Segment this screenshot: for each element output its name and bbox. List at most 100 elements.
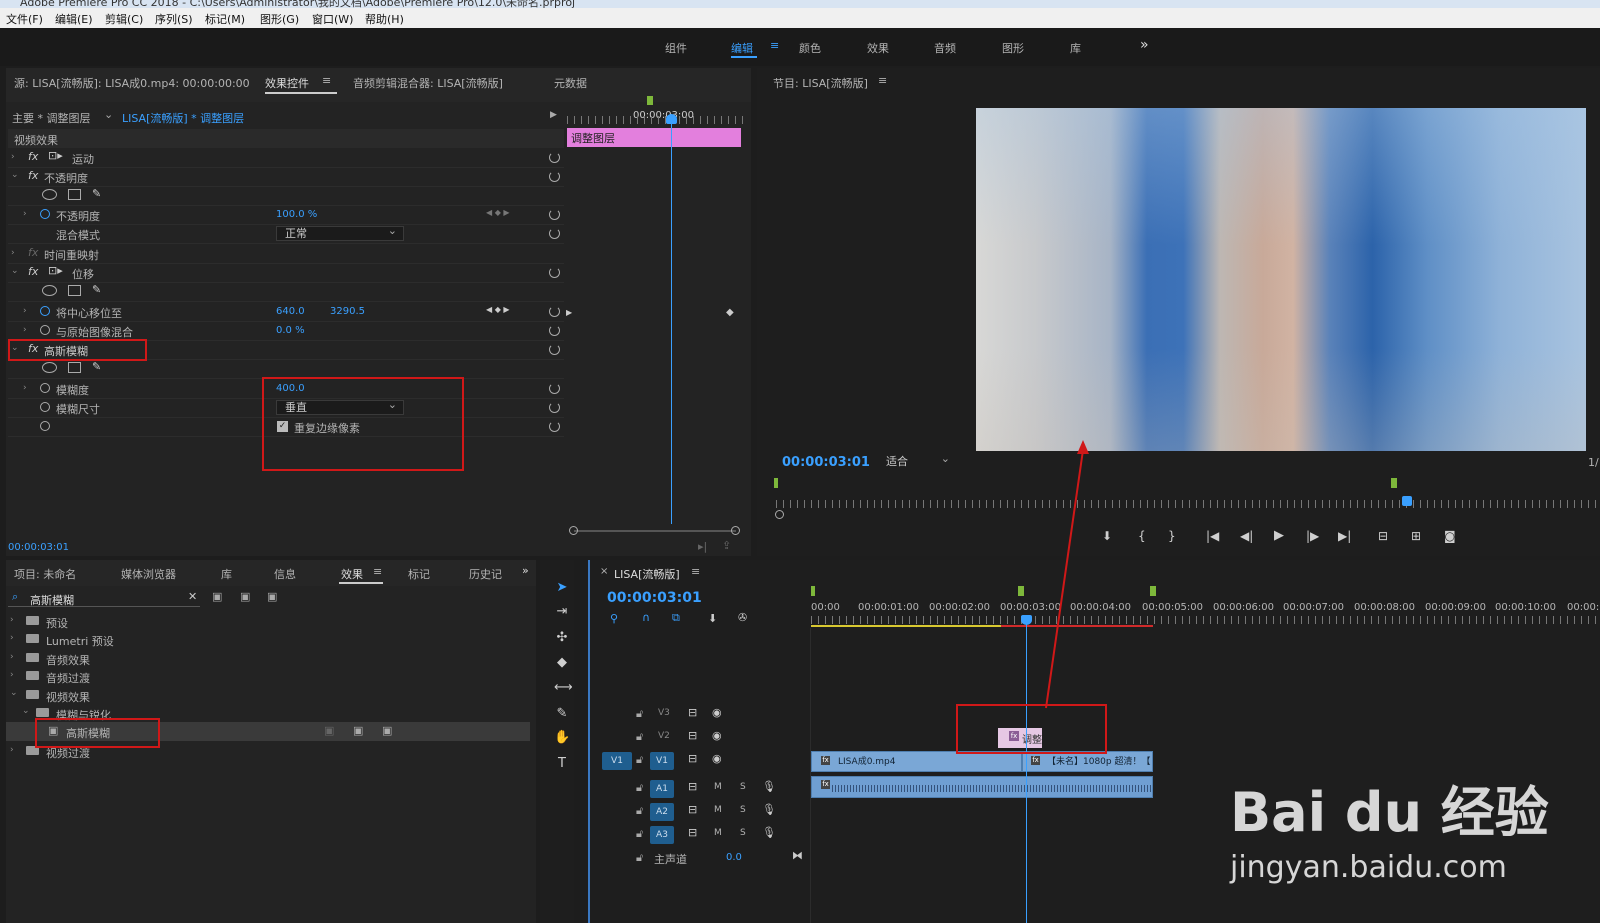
program-ruler-ticks[interactable] xyxy=(776,500,1596,508)
sync-lock-icon[interactable]: ⊟ xyxy=(688,780,697,793)
adjustment-clip-bar[interactable]: 调整图层 xyxy=(567,128,741,147)
reset-icon[interactable] xyxy=(549,325,560,336)
rectangle-mask-icon[interactable] xyxy=(68,189,81,200)
clip-audio-1[interactable]: fx xyxy=(811,776,1153,798)
workspace-audio[interactable]: 音频 xyxy=(934,40,956,56)
go-to-out-icon[interactable]: ▶| xyxy=(1338,529,1351,543)
reset-icon[interactable] xyxy=(549,344,560,355)
stopwatch-icon[interactable] xyxy=(40,383,50,393)
opacity-value[interactable]: 100.0 % xyxy=(276,209,317,220)
wrench-icon[interactable]: ✇ xyxy=(738,611,747,624)
resolution-label[interactable]: 1/ xyxy=(1588,456,1599,469)
center-y-value[interactable]: 3290.5 xyxy=(330,306,365,317)
step-back-icon[interactable]: ◀| xyxy=(1240,529,1253,543)
menu-help[interactable]: 帮助(H) xyxy=(365,11,404,27)
reset-icon[interactable] xyxy=(549,171,560,182)
sync-lock-icon[interactable]: ⊟ xyxy=(688,752,697,765)
hand-tool-icon[interactable]: ✋ xyxy=(554,730,570,746)
timeline-playhead[interactable] xyxy=(1026,620,1027,923)
chevron-down-icon[interactable]: ⌄ xyxy=(22,706,30,716)
stopwatch-icon[interactable] xyxy=(40,209,50,219)
prop-row-blend-mode[interactable]: 混合模式 正常 xyxy=(8,224,564,244)
reset-icon[interactable] xyxy=(549,228,560,239)
menu-edit[interactable]: 编辑(E) xyxy=(55,11,93,27)
eye-icon[interactable]: ◉ xyxy=(712,752,722,765)
lock-icon[interactable]: 🔓︎ xyxy=(636,804,643,818)
yuv-effects-icon[interactable]: ▣ xyxy=(267,590,277,603)
effect-row-motion[interactable]: › fx ⊡▸ 运动 xyxy=(8,148,564,168)
tab-metadata[interactable]: 元数据 xyxy=(554,75,587,91)
reset-icon[interactable] xyxy=(549,267,560,278)
transform-icon[interactable]: ⊡▸ xyxy=(48,264,63,277)
mini-timeline-ruler[interactable]: 00:00:03:00 xyxy=(567,96,743,124)
effect-row-offset[interactable]: ⌄ fx ⊡▸ 位移 xyxy=(8,263,564,283)
stopwatch-icon[interactable] xyxy=(40,325,50,335)
menu-graphics[interactable]: 图形(G) xyxy=(260,11,299,27)
tab-effects[interactable]: 效果 xyxy=(341,566,363,582)
menu-file[interactable]: 文件(F) xyxy=(6,11,43,27)
lock-icon[interactable]: 🔓︎ xyxy=(636,730,643,744)
solo-button[interactable]: S xyxy=(740,805,746,815)
chevron-right-icon[interactable]: › xyxy=(23,383,27,393)
sync-lock-icon[interactable]: ⊟ xyxy=(688,826,697,839)
eye-icon[interactable]: ◉ xyxy=(712,729,722,742)
chevron-right-icon[interactable]: › xyxy=(10,745,14,755)
timeline-playhead-handle[interactable] xyxy=(1021,615,1032,625)
chevron-down-icon[interactable]: ⌄ xyxy=(11,266,19,276)
sync-lock-icon[interactable]: ⊟ xyxy=(688,706,697,719)
sequence-clip-label[interactable]: LISA[流畅版] * 调整图层 xyxy=(122,110,244,126)
rectangle-mask-icon[interactable] xyxy=(68,362,81,373)
workspace-editing[interactable]: 编辑 xyxy=(731,40,753,56)
tree-item-presets[interactable]: › 预设 xyxy=(6,612,530,630)
blend-mode-dropdown[interactable]: 正常 xyxy=(276,224,404,241)
snap-icon[interactable]: ∩ xyxy=(642,611,650,624)
mini-playhead[interactable] xyxy=(671,114,672,524)
go-to-end-icon[interactable]: ⧓ xyxy=(792,849,803,862)
tab-history[interactable]: 历史记 xyxy=(469,566,502,582)
clear-search-icon[interactable]: ✕ xyxy=(188,590,197,603)
keyframe-arrow-icon[interactable]: ▶ xyxy=(566,308,572,317)
track-target-v1[interactable]: V1 xyxy=(650,752,674,770)
mute-button[interactable]: M xyxy=(714,805,722,815)
mini-playhead-handle[interactable] xyxy=(666,114,677,124)
effect-row-time-remap[interactable]: › fx 时间重映射 xyxy=(8,244,564,264)
clip-video-1[interactable]: fx LISA成0.mp4 xyxy=(811,751,1022,772)
chevron-right-icon[interactable]: › xyxy=(10,615,14,625)
effects-menu-icon[interactable]: ≡ xyxy=(373,565,382,578)
stopwatch-icon[interactable] xyxy=(40,421,50,431)
type-tool-icon[interactable]: T xyxy=(554,756,570,772)
menu-window[interactable]: 窗口(W) xyxy=(312,11,353,27)
chevron-right-icon[interactable]: › xyxy=(11,152,15,162)
selection-tool-icon[interactable]: ➤ xyxy=(554,580,570,596)
mute-button[interactable]: M xyxy=(714,782,722,792)
master-volume-value[interactable]: 0.0 xyxy=(726,852,742,863)
fit-dropdown[interactable]: 适合 xyxy=(877,452,957,469)
clip-video-2[interactable]: fx 【未名】1080p 超清！【 xyxy=(1022,751,1153,772)
keyframe-diamond-icon[interactable]: ◆ xyxy=(726,307,734,318)
prop-row-opacity[interactable]: › 不透明度 100.0 % ◀ ◆ ▶ xyxy=(8,205,564,225)
chevron-right-icon[interactable]: › xyxy=(10,670,14,680)
workspace-more-icon[interactable]: » xyxy=(1140,37,1149,53)
tab-project[interactable]: 项目: 未命名 xyxy=(14,566,76,582)
slip-tool-icon[interactable]: ⟷ xyxy=(554,680,573,696)
tab-effect-controls[interactable]: 效果控件 xyxy=(265,75,309,91)
reset-icon[interactable] xyxy=(549,421,560,432)
add-marker-icon[interactable]: ⬇ xyxy=(1102,529,1112,543)
razor-tool-icon[interactable]: ◆ xyxy=(554,655,570,671)
pen-mask-icon[interactable]: ✎ xyxy=(92,283,101,296)
tab-audio-mixer[interactable]: 音频剪辑混合器: LISA[流畅版] xyxy=(353,75,503,91)
prop-row-center[interactable]: › 将中心移位至 640.0 3290.5 ◀ ◆ ▶ xyxy=(8,302,564,322)
menu-sequence[interactable]: 序列(S) xyxy=(155,11,193,27)
go-to-in-icon[interactable]: |◀ xyxy=(1206,529,1219,543)
lock-icon[interactable]: 🔓︎ xyxy=(636,753,643,767)
track-select-tool-icon[interactable]: ⇥ xyxy=(554,604,570,620)
track-target-a3[interactable]: A3 xyxy=(650,826,674,844)
tab-libraries[interactable]: 库 xyxy=(221,566,232,582)
pen-tool-icon[interactable]: ✎ xyxy=(554,706,570,722)
workspace-effects[interactable]: 效果 xyxy=(867,40,889,56)
center-x-value[interactable]: 640.0 xyxy=(276,306,305,317)
filter-icon[interactable]: ▸| xyxy=(698,540,707,553)
solo-button[interactable]: S xyxy=(740,828,746,838)
zoom-handle-right[interactable] xyxy=(731,526,740,535)
timeline-menu-icon[interactable]: ≡ xyxy=(691,565,700,578)
